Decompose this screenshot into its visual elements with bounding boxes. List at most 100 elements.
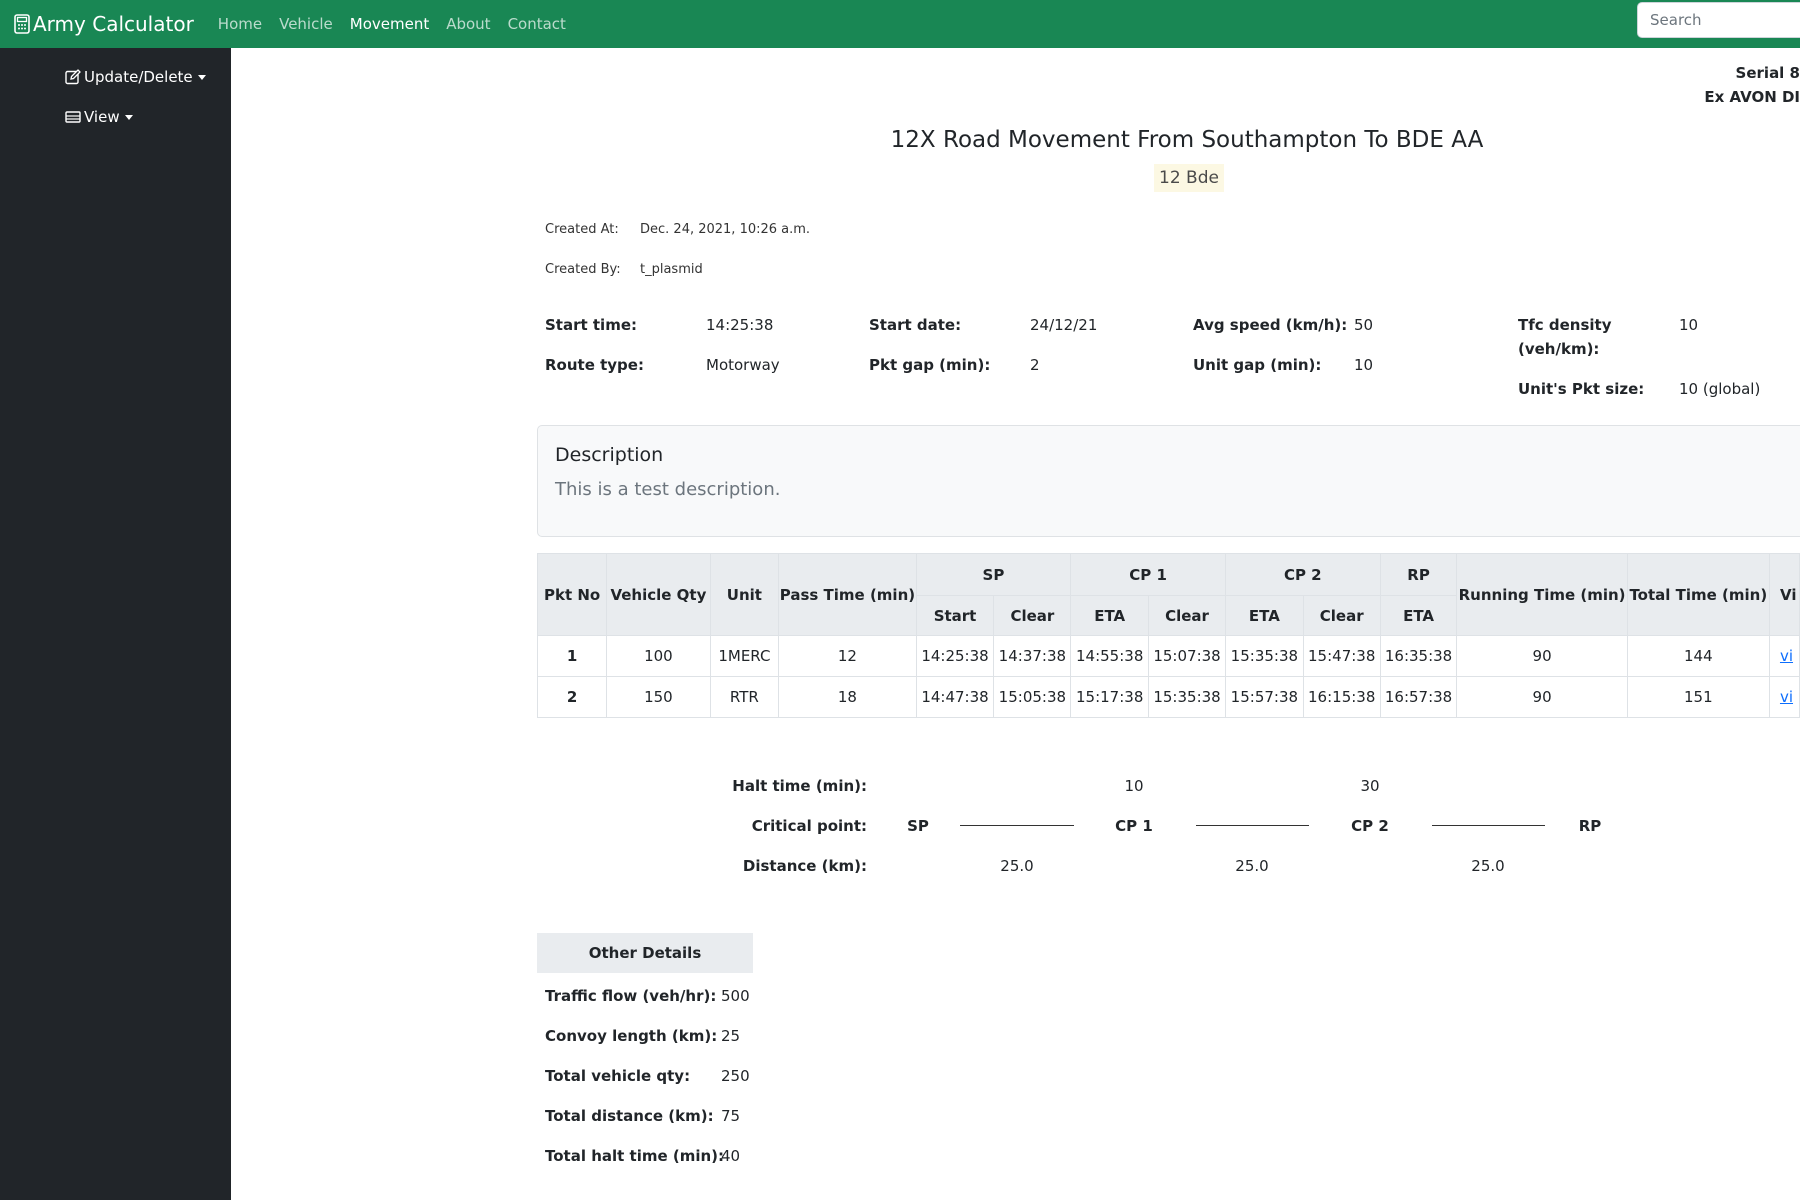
col-view: Vi	[1768, 553, 1800, 636]
cell-pass-time: 18	[778, 676, 917, 718]
search-input[interactable]	[1637, 2, 1800, 38]
nav-contact[interactable]: Contact	[508, 15, 566, 33]
sidebar-item-view[interactable]: View	[65, 108, 133, 126]
exercise-label: Ex AVON DI	[1704, 88, 1800, 106]
cell-cp1-eta: 14:55:38	[1070, 635, 1150, 677]
description-text: This is a test description.	[555, 479, 781, 500]
pkt-size-value: 10 (global)	[1679, 380, 1761, 398]
created-by-value: t_plasmid	[640, 262, 703, 277]
cell-cp2-eta: 15:57:38	[1224, 676, 1304, 718]
col-cp2-eta: ETA	[1224, 595, 1304, 636]
distance-text: 25.0	[1471, 857, 1505, 875]
tfc-density-label-unit: (veh/km):	[1518, 340, 1600, 358]
cell-running-time: 90	[1456, 676, 1628, 718]
cell-view: vi	[1768, 676, 1800, 718]
point-cp1-text: CP 1	[1115, 817, 1153, 835]
halt-time-label: Halt time (min):	[732, 777, 867, 795]
caret-down-icon	[197, 74, 206, 80]
packet-table: Pkt No Vehicle Qty Unit Pass Time (min) …	[536, 553, 1800, 718]
col-pass-time: Pass Time (min)	[778, 553, 917, 636]
nav-home[interactable]: Home	[218, 15, 262, 33]
view-link[interactable]: vi	[1780, 647, 1793, 665]
avg-speed-label: Avg speed (km/h):	[1193, 316, 1348, 334]
nav-vehicle[interactable]: Vehicle	[279, 15, 333, 33]
convoy-length-label: Convoy length (km):	[545, 1027, 718, 1045]
created-at-value: Dec. 24, 2021, 10:26 a.m.	[640, 222, 811, 237]
convoy-length-value: 25	[721, 1027, 741, 1045]
brand[interactable]: Army Calculator	[14, 12, 194, 36]
route-segment	[1196, 825, 1309, 826]
route-type-label: Route type:	[545, 356, 644, 374]
halt-cp1-text: 10	[1124, 777, 1144, 795]
sidebar-item-update-delete[interactable]: Update/Delete	[65, 68, 206, 86]
cell-sp-clear: 15:05:38	[993, 676, 1072, 718]
total-halt-time-value: 40	[721, 1147, 741, 1165]
nav-movement[interactable]: Movement	[350, 15, 429, 33]
start-time-value: 14:25:38	[706, 316, 774, 334]
total-distance-label: Total distance (km):	[545, 1107, 714, 1125]
cell-pkt-no: 1	[536, 635, 608, 677]
col-unit: Unit	[709, 553, 780, 636]
route-segment	[1432, 825, 1545, 826]
col-rp-eta: ETA	[1379, 595, 1458, 636]
distance-text: 25.0	[1235, 857, 1269, 875]
sidebar-item-label: Update/Delete	[84, 68, 193, 86]
pkt-size-label: Unit's Pkt size:	[1518, 380, 1645, 398]
cell-sp-clear: 14:37:38	[993, 635, 1072, 677]
cell-cp1-eta: 15:17:38	[1070, 676, 1150, 718]
table-row: 2 150 RTR 18 14:47:38 15:05:38 15:17:38 …	[536, 676, 1800, 718]
col-sp-clear: Clear	[993, 595, 1072, 636]
description-heading: Description	[555, 444, 664, 466]
nav-links: Home Vehicle Movement About Contact	[218, 15, 583, 33]
traffic-flow-label: Traffic flow (veh/hr):	[545, 987, 717, 1005]
point-cp2-text: CP 2	[1351, 817, 1389, 835]
traffic-flow-value: 500	[721, 987, 750, 1005]
sidebar-item-label: View	[84, 108, 120, 126]
total-vehicle-qty-label: Total vehicle qty:	[545, 1067, 691, 1085]
cell-pass-time: 12	[778, 635, 917, 677]
col-vehicle-qty: Vehicle Qty	[606, 553, 711, 636]
unit-gap-label: Unit gap (min):	[1193, 356, 1322, 374]
col-cp1-clear: Clear	[1148, 595, 1226, 636]
cell-sp-start: 14:25:38	[915, 635, 995, 677]
caret-down-icon	[124, 114, 133, 120]
route-segment	[960, 825, 1074, 826]
col-rp: RP	[1379, 553, 1458, 596]
cell-cp1-clear: 15:07:38	[1148, 635, 1226, 677]
tfc-density-value: 10	[1679, 316, 1699, 334]
distance-label: Distance (km):	[742, 857, 867, 875]
col-pkt-no: Pkt No	[536, 553, 608, 636]
cell-unit: RTR	[709, 676, 780, 718]
brand-label: Army Calculator	[33, 12, 194, 36]
col-cp2-clear: Clear	[1302, 595, 1381, 636]
halt-cp2-text: 30	[1360, 777, 1380, 795]
total-vehicle-qty-value: 250	[721, 1067, 750, 1085]
tfc-density-label: Tfc density	[1518, 316, 1612, 334]
view-icon	[65, 111, 81, 123]
page-title: 12X Road Movement From Southampton To BD…	[890, 127, 1484, 153]
cell-total-time: 144	[1626, 635, 1770, 677]
cell-unit: 1MERC	[709, 635, 780, 677]
avg-speed-value: 50	[1354, 316, 1374, 334]
col-sp: SP	[915, 553, 1072, 596]
cell-rp-eta: 16:35:38	[1379, 635, 1458, 677]
total-halt-time-label: Total halt time (min):	[545, 1147, 725, 1165]
point-rp-text: RP	[1578, 817, 1602, 835]
unit-gap-value: 10	[1354, 356, 1374, 374]
other-details-heading: Other Details	[537, 933, 753, 973]
col-running-time: Running Time (min)	[1456, 553, 1628, 636]
description-card: Description This is a test description.	[537, 425, 1800, 537]
view-link[interactable]: vi	[1780, 688, 1793, 706]
sidebar: Update/Delete View	[0, 48, 231, 1200]
col-cp1: CP 1	[1070, 553, 1226, 596]
nav-about[interactable]: About	[446, 15, 490, 33]
cell-cp1-clear: 15:35:38	[1148, 676, 1226, 718]
route-type-value: Motorway	[706, 356, 780, 374]
cell-sp-start: 14:47:38	[915, 676, 995, 718]
cell-cp2-clear: 16:15:38	[1302, 676, 1381, 718]
cell-rp-eta: 16:57:38	[1379, 676, 1458, 718]
cell-vehicle-qty: 150	[606, 676, 711, 718]
cell-running-time: 90	[1456, 635, 1628, 677]
serial-label: Serial 8	[1735, 64, 1800, 82]
cell-vehicle-qty: 100	[606, 635, 711, 677]
